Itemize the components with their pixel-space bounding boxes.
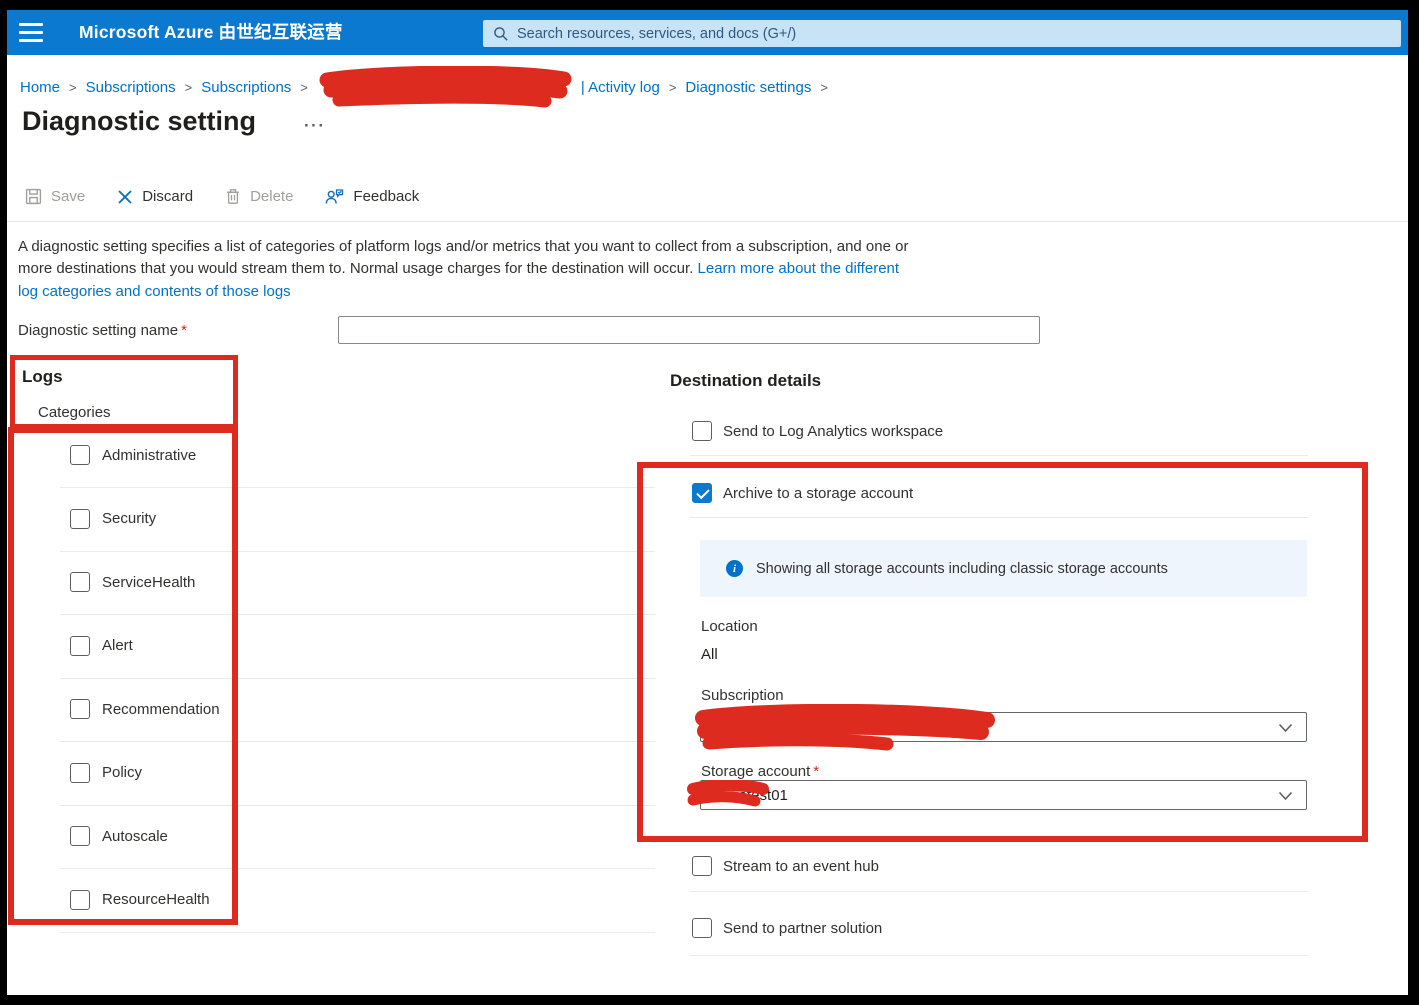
discard-button[interactable]: Discard (117, 188, 193, 205)
row-divider (690, 517, 1308, 518)
checkbox-recommendation[interactable] (70, 699, 90, 719)
delete-button[interactable]: Delete (225, 188, 293, 205)
row-divider (690, 891, 1308, 892)
breadcrumb-diagnostic-settings[interactable]: Diagnostic settings (685, 79, 811, 96)
azure-portal-window: Microsoft Azure 由世纪互联运营 Home > Subscript… (7, 10, 1408, 995)
category-row: Policy (70, 762, 142, 784)
row-divider (60, 932, 655, 933)
breadcrumb-subscriptions-2[interactable]: Subscriptions (201, 79, 291, 96)
breadcrumb-separator: > (669, 80, 677, 95)
required-asterisk: * (181, 322, 187, 339)
row-divider (60, 868, 655, 869)
event-hub-option: Stream to an event hub (692, 855, 879, 877)
top-bar: Microsoft Azure 由世纪互联运营 (7, 10, 1408, 55)
row-divider (690, 955, 1308, 956)
search-input[interactable] (517, 26, 1401, 42)
checkbox-alert[interactable] (70, 636, 90, 656)
breadcrumb-separator: > (300, 80, 308, 95)
more-options-button[interactable]: ··· (304, 116, 325, 136)
logs-categories-subtitle: Categories (38, 404, 111, 421)
chevron-down-icon (1278, 791, 1293, 801)
location-label: Location (701, 618, 758, 635)
checkbox-security[interactable] (70, 509, 90, 529)
checkbox-autoscale[interactable] (70, 826, 90, 846)
row-divider (60, 551, 655, 552)
command-bar: Save Discard Delete Feedback (25, 188, 419, 205)
save-button[interactable]: Save (25, 188, 85, 205)
breadcrumb-separator: > (185, 80, 193, 95)
trash-icon (225, 188, 241, 205)
breadcrumb-separator: > (820, 80, 828, 95)
red-scribble-annotation (317, 66, 575, 108)
breadcrumb-subscriptions-1[interactable]: Subscriptions (86, 79, 176, 96)
breadcrumb-subscription-redacted[interactable]: NL BU | Activity log (317, 66, 660, 108)
annotation-rect-categories (8, 427, 238, 925)
checkbox-resourcehealth[interactable] (70, 890, 90, 910)
search-icon (493, 26, 509, 42)
category-row: Administrative (70, 444, 196, 466)
feedback-icon (325, 188, 344, 205)
category-row: Autoscale (70, 825, 168, 847)
row-divider (60, 614, 655, 615)
category-row: ResourceHealth (70, 889, 210, 911)
breadcrumb-separator: > (69, 80, 77, 95)
location-value: All (701, 646, 718, 663)
row-divider (60, 487, 655, 488)
brand-title: Microsoft Azure 由世纪互联运营 (79, 10, 343, 55)
checkbox-administrative[interactable] (70, 445, 90, 465)
subscription-label: Subscription (701, 687, 784, 704)
archive-storage-option: Archive to a storage account (692, 482, 913, 504)
storage-account-label: Storage account* (701, 763, 819, 780)
partner-solution-option: Send to partner solution (692, 917, 882, 939)
save-icon (25, 188, 42, 205)
row-divider (60, 805, 655, 806)
category-row: Security (70, 508, 156, 530)
checkbox-archive-storage[interactable] (692, 483, 712, 503)
logs-section-title: Logs (22, 367, 63, 387)
subscription-dropdown[interactable] (700, 712, 1307, 742)
storage-account-value: dlssatest01 (712, 787, 788, 804)
discard-x-icon (117, 189, 133, 205)
diagnostic-setting-name-label: Diagnostic setting name* (18, 322, 187, 339)
feedback-button[interactable]: Feedback (325, 188, 419, 205)
breadcrumb-home[interactable]: Home (20, 79, 60, 96)
category-row: ServiceHealth (70, 571, 195, 593)
diagnostic-setting-name-input[interactable] (338, 316, 1040, 344)
breadcrumb-activity-log[interactable]: | Activity log (581, 79, 660, 96)
info-banner: i Showing all storage accounts including… (700, 540, 1307, 597)
checkbox-partner-solution[interactable] (692, 918, 712, 938)
destination-details-title: Destination details (670, 371, 821, 391)
page-title: Diagnostic setting (22, 106, 256, 137)
page-description: A diagnostic setting specifies a list of… (18, 236, 923, 303)
category-row: Alert (70, 635, 133, 657)
toolbar-divider (7, 221, 1408, 222)
global-search[interactable] (483, 20, 1401, 47)
chevron-down-icon (1278, 723, 1293, 733)
breadcrumb: Home > Subscriptions > Subscriptions > N… (20, 74, 837, 100)
log-analytics-option: Send to Log Analytics workspace (692, 420, 943, 442)
row-divider (60, 741, 655, 742)
storage-account-dropdown[interactable]: dlssatest01 (700, 780, 1307, 810)
row-divider (690, 455, 1308, 456)
category-row: Recommendation (70, 698, 220, 720)
checkbox-policy[interactable] (70, 763, 90, 783)
checkbox-log-analytics[interactable] (692, 421, 712, 441)
required-asterisk: * (813, 763, 819, 780)
hamburger-menu-icon[interactable] (19, 23, 45, 42)
checkbox-event-hub[interactable] (692, 856, 712, 876)
row-divider (60, 678, 655, 679)
checkbox-servicehealth[interactable] (70, 572, 90, 592)
info-icon: i (726, 560, 743, 577)
